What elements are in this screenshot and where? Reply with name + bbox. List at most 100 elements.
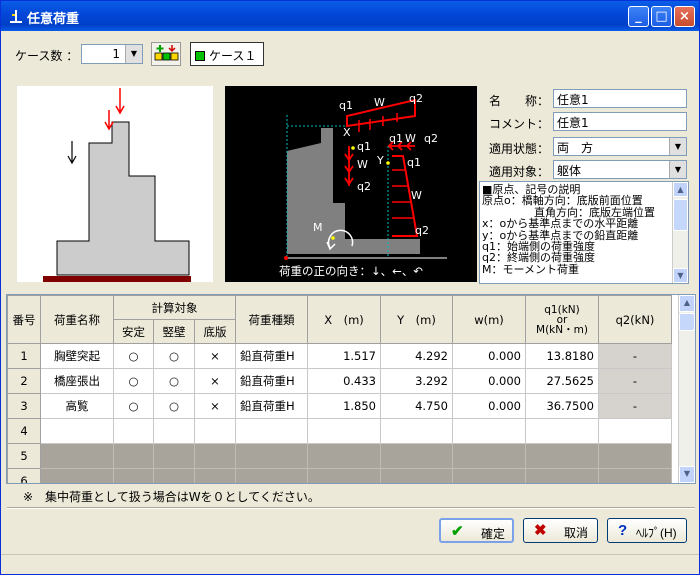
legend-textbox[interactable]: ■原点、記号の説明 原点o：橋軸方向：底版前面位置 直角方向：底版左端位置 x：… bbox=[479, 181, 689, 284]
col-header-w[interactable]: w(m) bbox=[452, 295, 526, 344]
case-tab-label: ケース１ bbox=[209, 49, 257, 63]
chevron-down-icon[interactable]: ▼ bbox=[125, 45, 142, 63]
cell-name[interactable]: 高覧 bbox=[40, 393, 114, 419]
scroll-up-icon[interactable]: ▲ bbox=[679, 295, 695, 312]
cell-w[interactable] bbox=[452, 418, 526, 444]
cell-x[interactable]: 1.517 bbox=[307, 343, 381, 369]
cell-type[interactable] bbox=[235, 418, 308, 444]
cell-y[interactable]: 4.750 bbox=[380, 393, 453, 419]
col-header-no[interactable]: 番号 bbox=[7, 295, 41, 344]
ok-label: 確定 bbox=[481, 527, 506, 541]
diagram-label-w-side: W bbox=[411, 189, 422, 202]
cell-q1[interactable]: 36.7500 bbox=[525, 393, 599, 419]
cell-y[interactable]: 3.292 bbox=[380, 368, 453, 394]
legend-scrollbar[interactable]: ▲ ▼ bbox=[672, 182, 688, 283]
row-number[interactable]: 2 bbox=[7, 368, 41, 394]
row-number[interactable]: 1 bbox=[7, 343, 41, 369]
close-icon: × bbox=[679, 9, 690, 24]
case-count-select[interactable]: 1 ▼ bbox=[81, 44, 143, 64]
cell-name[interactable] bbox=[40, 418, 114, 444]
row-number[interactable]: 3 bbox=[7, 393, 41, 419]
chevron-down-icon[interactable]: ▼ bbox=[669, 138, 686, 155]
cell-w[interactable]: 0.000 bbox=[452, 343, 526, 369]
cell-stable[interactable]: ○ bbox=[113, 393, 154, 419]
cell-w[interactable]: 0.000 bbox=[452, 393, 526, 419]
case-edit-icon bbox=[154, 45, 179, 61]
cell-wall[interactable]: ○ bbox=[153, 368, 195, 394]
cell-x[interactable]: 0.433 bbox=[307, 368, 381, 394]
col-header-type[interactable]: 荷重種類 bbox=[235, 295, 308, 344]
cell-wall[interactable] bbox=[153, 418, 195, 444]
cell-type[interactable]: 鉛直荷重H bbox=[235, 393, 308, 419]
ok-button[interactable]: ✔ 確定 bbox=[439, 518, 514, 543]
ground-base-shape bbox=[43, 276, 191, 282]
chevron-down-icon[interactable]: ▼ bbox=[669, 161, 686, 178]
cell-w[interactable]: 0.000 bbox=[452, 368, 526, 394]
table-row[interactable]: 3 高覧 ○ ○ × 鉛直荷重H 1.850 4.750 0.000 36.75… bbox=[7, 393, 672, 419]
scroll-up-icon[interactable]: ▲ bbox=[673, 182, 688, 197]
help-button[interactable]: ? ﾍﾙﾌﾟ(H) bbox=[607, 518, 687, 543]
col-header-q2[interactable]: q2(kN) bbox=[598, 295, 672, 344]
col-header-wall[interactable]: 竪壁 bbox=[153, 319, 195, 344]
cell-type[interactable]: 鉛直荷重H bbox=[235, 368, 308, 394]
cell-q1[interactable]: 13.8180 bbox=[525, 343, 599, 369]
cell-base[interactable]: × bbox=[194, 368, 236, 394]
name-input[interactable]: 任意1 bbox=[553, 89, 687, 108]
cell-base[interactable] bbox=[194, 418, 236, 444]
minimize-button[interactable]: _ bbox=[628, 6, 649, 27]
cell-name[interactable]: 橋座張出 bbox=[40, 368, 114, 394]
cell-q1[interactable]: 27.5625 bbox=[525, 368, 599, 394]
col-header-target[interactable]: 計算対象 bbox=[113, 295, 236, 320]
col-header-y[interactable]: Y (m) bbox=[380, 295, 453, 344]
diagram-label-x: X bbox=[343, 126, 351, 139]
table-row[interactable]: 1 胸壁突起 ○ ○ × 鉛直荷重H 1.517 4.292 0.000 13.… bbox=[7, 343, 672, 369]
table-row: 6 bbox=[7, 468, 672, 483]
cell-name[interactable]: 胸壁突起 bbox=[40, 343, 114, 369]
cell-stable[interactable] bbox=[113, 418, 154, 444]
target-value: 躯体 bbox=[557, 164, 582, 178]
grid-scrollbar[interactable]: ▲ ▼ bbox=[678, 295, 695, 483]
maximize-button[interactable]: □ bbox=[651, 6, 672, 27]
col-header-q1[interactable]: q1(kN) or M(kN・m) bbox=[525, 295, 599, 344]
cell-type[interactable]: 鉛直荷重H bbox=[235, 343, 308, 369]
col-header-q1-line2: or bbox=[556, 313, 568, 326]
state-label: 適用状態： bbox=[489, 142, 550, 156]
cell-q1[interactable] bbox=[525, 418, 599, 444]
col-header-x[interactable]: X (m) bbox=[307, 295, 381, 344]
col-header-stable[interactable]: 安定 bbox=[113, 319, 154, 344]
cell-stable[interactable]: ○ bbox=[113, 343, 154, 369]
col-header-base[interactable]: 底版 bbox=[194, 319, 236, 344]
abutment-shape bbox=[56, 121, 190, 276]
state-select[interactable]: 両 方 ▼ bbox=[553, 137, 687, 156]
comment-input[interactable]: 任意1 bbox=[553, 112, 687, 131]
cell-x[interactable]: 1.850 bbox=[307, 393, 381, 419]
target-select[interactable]: 躯体 ▼ bbox=[553, 160, 687, 179]
cell-base[interactable]: × bbox=[194, 343, 236, 369]
cell-x[interactable] bbox=[307, 418, 381, 444]
table-row[interactable]: 2 橋座張出 ○ ○ × 鉛直荷重H 0.433 3.292 0.000 27.… bbox=[7, 368, 672, 394]
diagram-label-q1: q1 bbox=[339, 99, 353, 112]
window-title: 任意荷重 bbox=[27, 12, 80, 27]
title-bar[interactable]: 任意荷重 _ □ × bbox=[1, 1, 699, 31]
scroll-down-icon[interactable]: ▼ bbox=[679, 466, 695, 483]
cell-wall[interactable]: ○ bbox=[153, 343, 195, 369]
cancel-button[interactable]: ✖ 取消 bbox=[523, 518, 598, 543]
scroll-down-icon[interactable]: ▼ bbox=[673, 268, 688, 283]
cell-q2[interactable] bbox=[598, 418, 672, 444]
case-tab[interactable]: ケース１ bbox=[190, 42, 264, 66]
load-grid[interactable]: 番号 荷重名称 計算対象 荷重種類 X (m) Y (m) w(m) q1(kN… bbox=[6, 294, 696, 484]
cell-y[interactable]: 4.292 bbox=[380, 343, 453, 369]
scroll-thumb[interactable] bbox=[679, 313, 695, 331]
cell-y[interactable] bbox=[380, 418, 453, 444]
cell-base[interactable]: × bbox=[194, 393, 236, 419]
abutment-diagram bbox=[17, 86, 213, 282]
row-number[interactable]: 4 bbox=[7, 418, 41, 444]
table-row[interactable]: 4 bbox=[7, 418, 672, 444]
comment-label: コメント： bbox=[489, 117, 550, 131]
close-button[interactable]: × bbox=[674, 6, 695, 27]
cell-wall[interactable]: ○ bbox=[153, 393, 195, 419]
col-header-name[interactable]: 荷重名称 bbox=[40, 295, 114, 344]
case-edit-button[interactable] bbox=[151, 42, 181, 66]
cell-stable[interactable]: ○ bbox=[113, 368, 154, 394]
scroll-thumb[interactable] bbox=[673, 199, 688, 231]
